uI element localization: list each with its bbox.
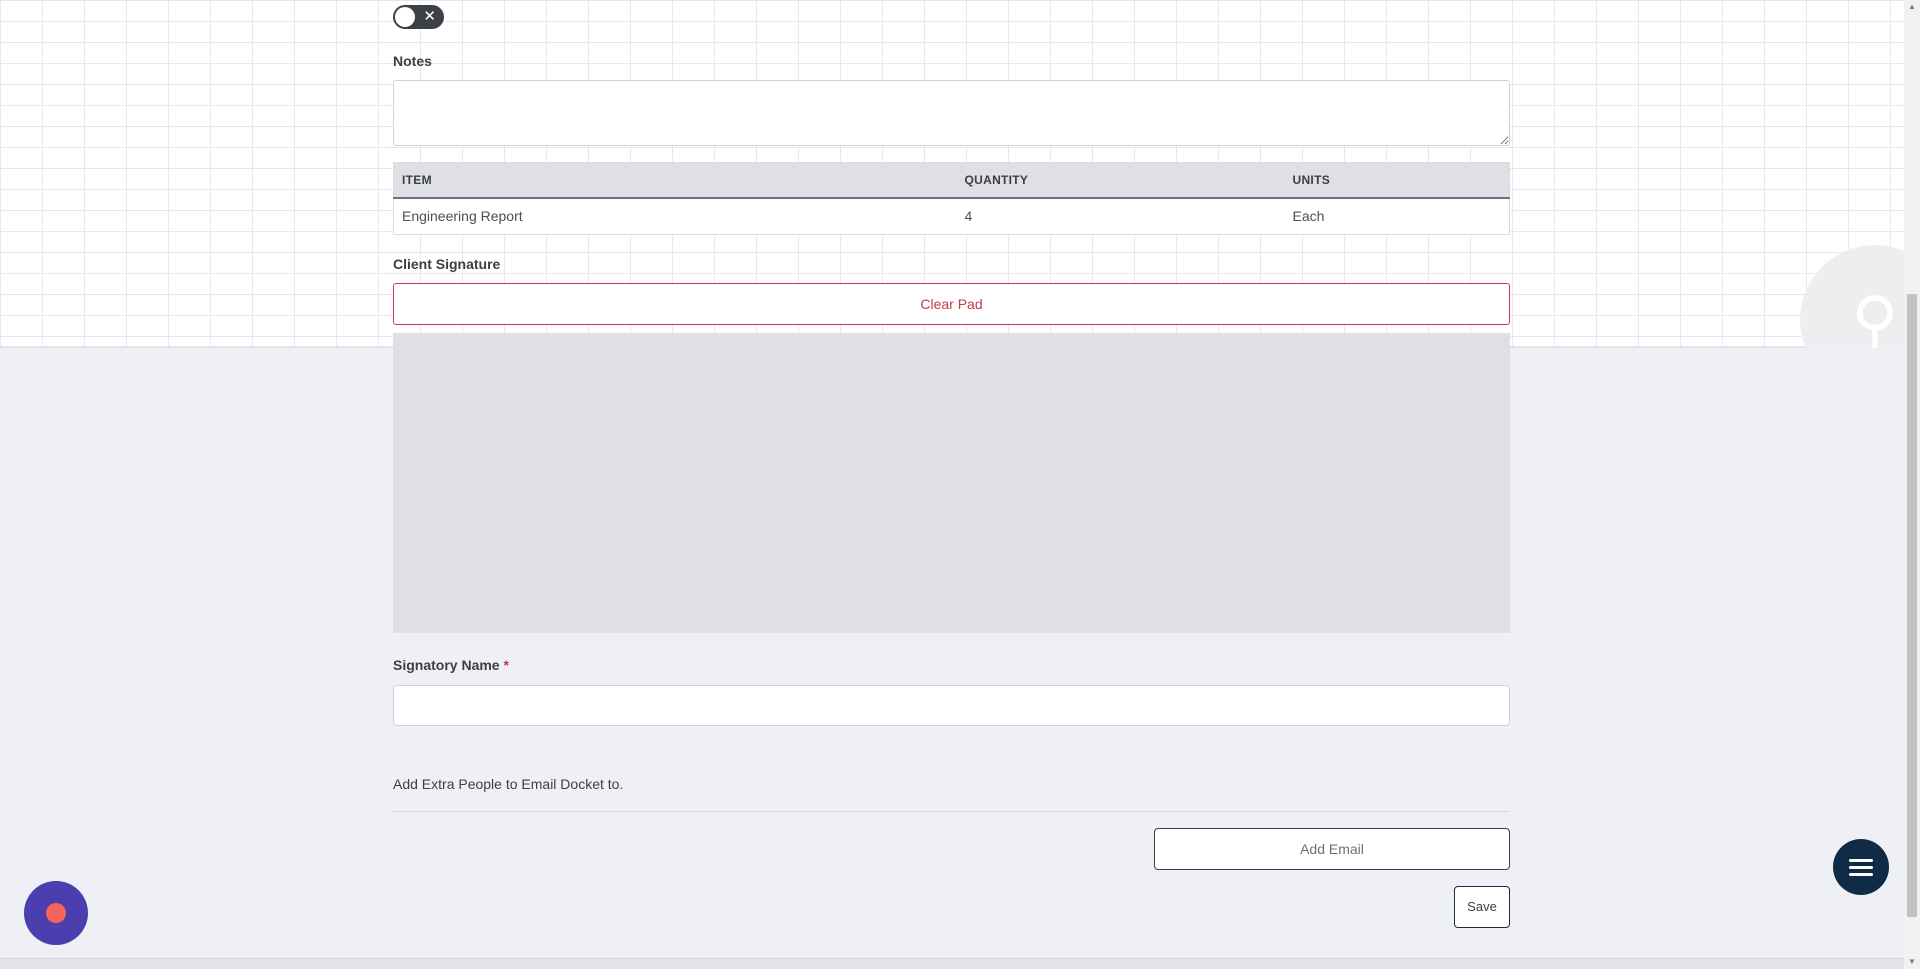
signatory-name-label-text: Signatory Name	[393, 657, 500, 673]
cell-item: Engineering Report	[402, 208, 523, 225]
close-icon: ✕	[423, 8, 436, 25]
signatory-name-label: Signatory Name *	[393, 657, 509, 673]
notes-label: Notes	[393, 53, 432, 69]
record-fab-button[interactable]	[24, 881, 88, 945]
vertical-scrollbar[interactable]: ▲ ▼	[1904, 0, 1920, 969]
column-header-units: UNITS	[1284, 162, 1510, 199]
menu-fab-button[interactable]	[1833, 839, 1889, 895]
clear-pad-button[interactable]: Clear Pad	[393, 283, 1510, 325]
divider	[393, 811, 1510, 812]
signatory-name-input[interactable]	[393, 685, 1510, 726]
cell-quantity: 4	[964, 208, 973, 225]
cell-units: Each	[1292, 208, 1325, 225]
record-dot-icon	[46, 903, 66, 923]
table-row: Engineering Report 4 Each	[394, 198, 1510, 235]
brand-logo-icon: ⚲	[1800, 245, 1920, 348]
toggle-switch[interactable]: ✕	[393, 5, 444, 29]
column-header-quantity: QUANTITY	[956, 162, 1285, 199]
client-signature-label: Client Signature	[393, 256, 501, 272]
column-header-item: ITEM	[393, 162, 957, 199]
hamburger-icon	[1849, 858, 1873, 862]
notes-textarea[interactable]	[393, 80, 1510, 146]
scroll-down-arrow-icon[interactable]: ▼	[1908, 958, 1916, 966]
table-header-row: ITEM QUANTITY UNITS	[393, 162, 1510, 199]
extra-people-text: Add Extra People to Email Docket to.	[393, 776, 624, 792]
scrollbar-thumb[interactable]	[1907, 294, 1917, 917]
scroll-up-arrow-icon[interactable]: ▲	[1908, 3, 1916, 11]
toggle-knob	[395, 7, 415, 27]
add-email-button[interactable]: Add Email	[1154, 828, 1510, 870]
required-marker: *	[503, 657, 509, 673]
footer-strip	[0, 958, 1904, 969]
save-button[interactable]: Save	[1454, 886, 1510, 928]
hamburger-icon-line	[1849, 865, 1873, 869]
items-table: ITEM QUANTITY UNITS Engineering Report 4…	[393, 162, 1510, 235]
signature-pad[interactable]	[393, 333, 1510, 633]
hamburger-icon-line	[1849, 872, 1873, 876]
brand-logo: ⚲	[1800, 245, 1920, 348]
